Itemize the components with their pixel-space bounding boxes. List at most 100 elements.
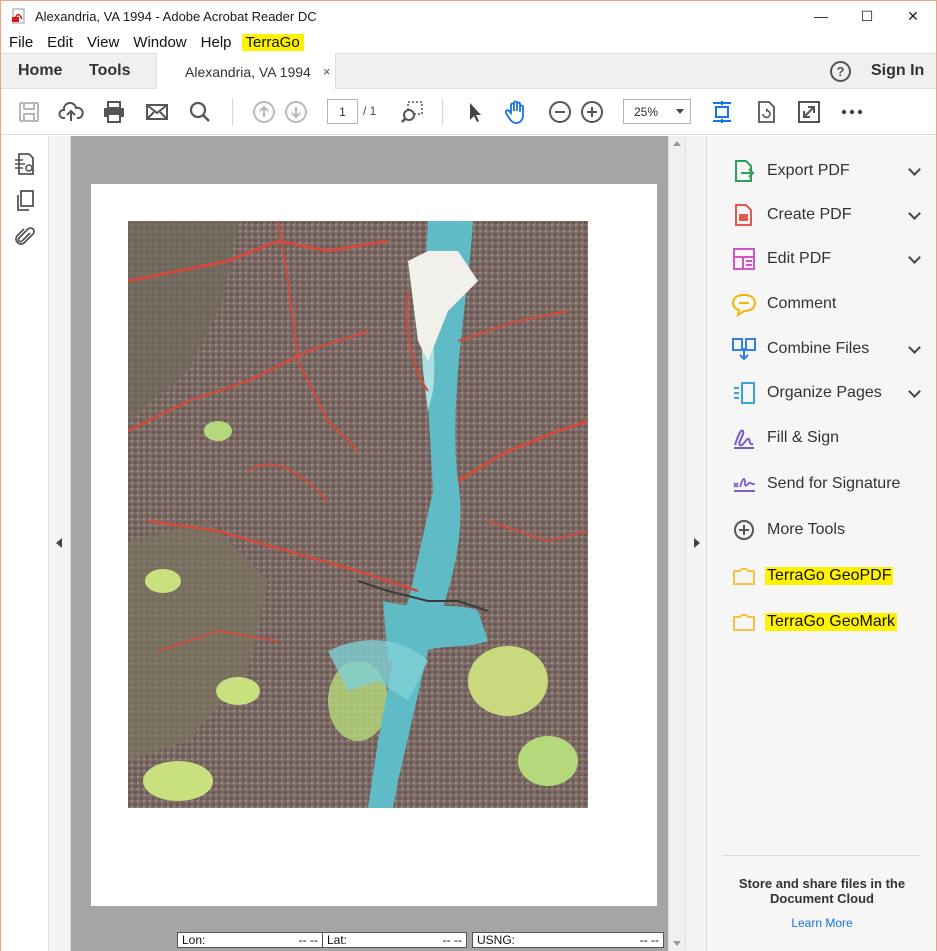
menu-terrago[interactable]: TerraGo — [241, 33, 304, 51]
tool-label: TerraGo GeoPDF — [765, 567, 894, 585]
page-number-input[interactable]: 1 — [327, 99, 358, 124]
combine-files-icon — [731, 336, 757, 362]
longitude-label: Lon: — [182, 933, 206, 947]
longitude-value: -- -- — [298, 933, 318, 947]
zoom-out-icon[interactable] — [547, 99, 573, 125]
scroll-down-icon[interactable] — [673, 941, 681, 946]
create-pdf-icon — [731, 202, 757, 228]
page-thumbnails-icon[interactable] — [13, 152, 37, 176]
tool-fill-sign[interactable]: Fill & Sign — [731, 423, 931, 453]
previous-page-icon[interactable] — [251, 99, 277, 125]
print-icon[interactable] — [101, 99, 127, 125]
vertical-scrollbar[interactable] — [668, 136, 685, 951]
tool-label: Create PDF — [767, 206, 852, 223]
document-cloud-promo: Store and share files in the Document Cl… — [738, 876, 906, 906]
tab-bar: Home Tools Alexandria, VA 1994 × ? Sign … — [1, 53, 936, 90]
chevron-down-icon[interactable] — [908, 385, 921, 398]
comment-icon — [731, 291, 757, 318]
menu-bar: File Edit View Window Help TerraGo — [1, 31, 936, 53]
tab-document[interactable]: Alexandria, VA 1994 × — [156, 53, 336, 90]
sign-in-button[interactable]: Sign In — [871, 62, 924, 80]
chevron-down-icon[interactable] — [908, 341, 921, 354]
more-tools-icon — [731, 517, 757, 543]
chevron-down-icon[interactable] — [908, 207, 921, 220]
toolbar-divider — [442, 98, 443, 126]
fill-sign-icon — [731, 425, 757, 451]
page-total: / 1 — [363, 104, 377, 118]
tool-label: TerraGo GeoMark — [765, 613, 898, 631]
tab-home[interactable]: Home — [18, 62, 62, 80]
zoom-in-icon[interactable] — [579, 99, 605, 125]
tool-more-tools[interactable]: More Tools — [731, 515, 931, 545]
window-title: Alexandria, VA 1994 - Adobe Acrobat Read… — [35, 8, 317, 24]
search-icon[interactable] — [187, 99, 213, 125]
tool-label: Combine Files — [767, 340, 870, 357]
next-page-icon[interactable] — [283, 99, 309, 125]
edit-pdf-icon — [731, 246, 757, 272]
collapse-right-pane-button[interactable] — [685, 136, 707, 951]
folder-icon — [731, 563, 757, 589]
rotate-page-icon[interactable] — [753, 99, 779, 125]
menu-file[interactable]: File — [1, 34, 39, 51]
help-icon[interactable]: ? — [830, 61, 851, 82]
usng-value: -- -- — [639, 933, 659, 947]
latitude-value: -- -- — [442, 933, 462, 947]
copy-pages-icon[interactable] — [13, 189, 37, 213]
tool-edit-pdf[interactable]: Edit PDF — [731, 244, 931, 274]
marquee-zoom-icon[interactable] — [399, 99, 425, 125]
tool-label: Send for Signature — [767, 475, 901, 492]
hand-tool-icon[interactable] — [503, 99, 529, 125]
maximize-icon: ☐ — [860, 7, 874, 24]
coordinate-status-bar: Lon: -- -- Lat: -- -- USNG: -- -- — [71, 929, 668, 951]
fit-page-icon[interactable] — [709, 99, 735, 125]
collapse-left-pane-button[interactable] — [49, 136, 71, 951]
acrobat-window: Alexandria, VA 1994 - Adobe Acrobat Read… — [0, 0, 937, 951]
acrobat-app-icon — [11, 8, 27, 24]
chevron-down-icon[interactable] — [908, 251, 921, 264]
close-icon: ✕ — [907, 7, 919, 24]
send-signature-icon — [731, 471, 757, 497]
menu-view[interactable]: View — [79, 34, 125, 51]
menu-help[interactable]: Help — [193, 34, 238, 51]
minimize-button[interactable]: — — [798, 1, 844, 31]
close-window-button[interactable]: ✕ — [890, 1, 936, 31]
latitude-field: Lat: -- -- — [322, 932, 467, 948]
chevron-down-icon[interactable] — [908, 163, 921, 176]
chevron-left-icon — [56, 538, 62, 548]
tool-send-for-signature[interactable]: Send for Signature — [731, 469, 931, 499]
zoom-level-value: 25% — [634, 104, 659, 119]
zoom-level-select[interactable]: 25% — [623, 99, 691, 124]
document-tab-label: Alexandria, VA 1994 — [185, 63, 311, 80]
toolbar-divider — [232, 98, 233, 126]
learn-more-link[interactable]: Learn More — [723, 916, 921, 930]
menu-window[interactable]: Window — [125, 34, 192, 51]
tool-combine-files[interactable]: Combine Files — [731, 334, 931, 364]
full-screen-icon[interactable] — [796, 99, 822, 125]
save-icon[interactable] — [16, 99, 42, 125]
longitude-field: Lon: -- -- — [177, 932, 323, 948]
folder-icon — [731, 609, 757, 635]
cloud-upload-icon[interactable] — [58, 99, 84, 125]
tool-export-pdf[interactable]: Export PDF — [731, 156, 931, 186]
select-cursor-icon[interactable] — [461, 99, 487, 125]
tool-terrago-geopdf[interactable]: TerraGo GeoPDF — [731, 561, 931, 591]
attachment-icon[interactable] — [13, 225, 37, 249]
tool-comment[interactable]: Comment — [731, 289, 931, 319]
tool-label: Organize Pages — [767, 384, 882, 401]
tool-create-pdf[interactable]: Create PDF — [731, 200, 931, 230]
close-tab-icon[interactable]: × — [323, 64, 331, 79]
document-viewport[interactable] — [71, 136, 668, 951]
export-pdf-icon — [731, 158, 757, 184]
tool-organize-pages[interactable]: Organize Pages — [731, 378, 931, 408]
tools-pane: Export PDF Create PDF Edit PDF Comment C… — [707, 136, 936, 951]
email-icon[interactable] — [144, 99, 170, 125]
divider — [723, 855, 921, 856]
more-options-icon[interactable] — [839, 99, 865, 125]
tab-tools[interactable]: Tools — [89, 62, 130, 80]
menu-edit[interactable]: Edit — [39, 34, 79, 51]
usng-field: USNG: -- -- — [472, 932, 664, 948]
scroll-up-icon[interactable] — [673, 141, 681, 146]
tool-terrago-geomark[interactable]: TerraGo GeoMark — [731, 607, 931, 637]
maximize-button[interactable]: ☐ — [844, 1, 890, 31]
pdf-page — [91, 184, 657, 906]
